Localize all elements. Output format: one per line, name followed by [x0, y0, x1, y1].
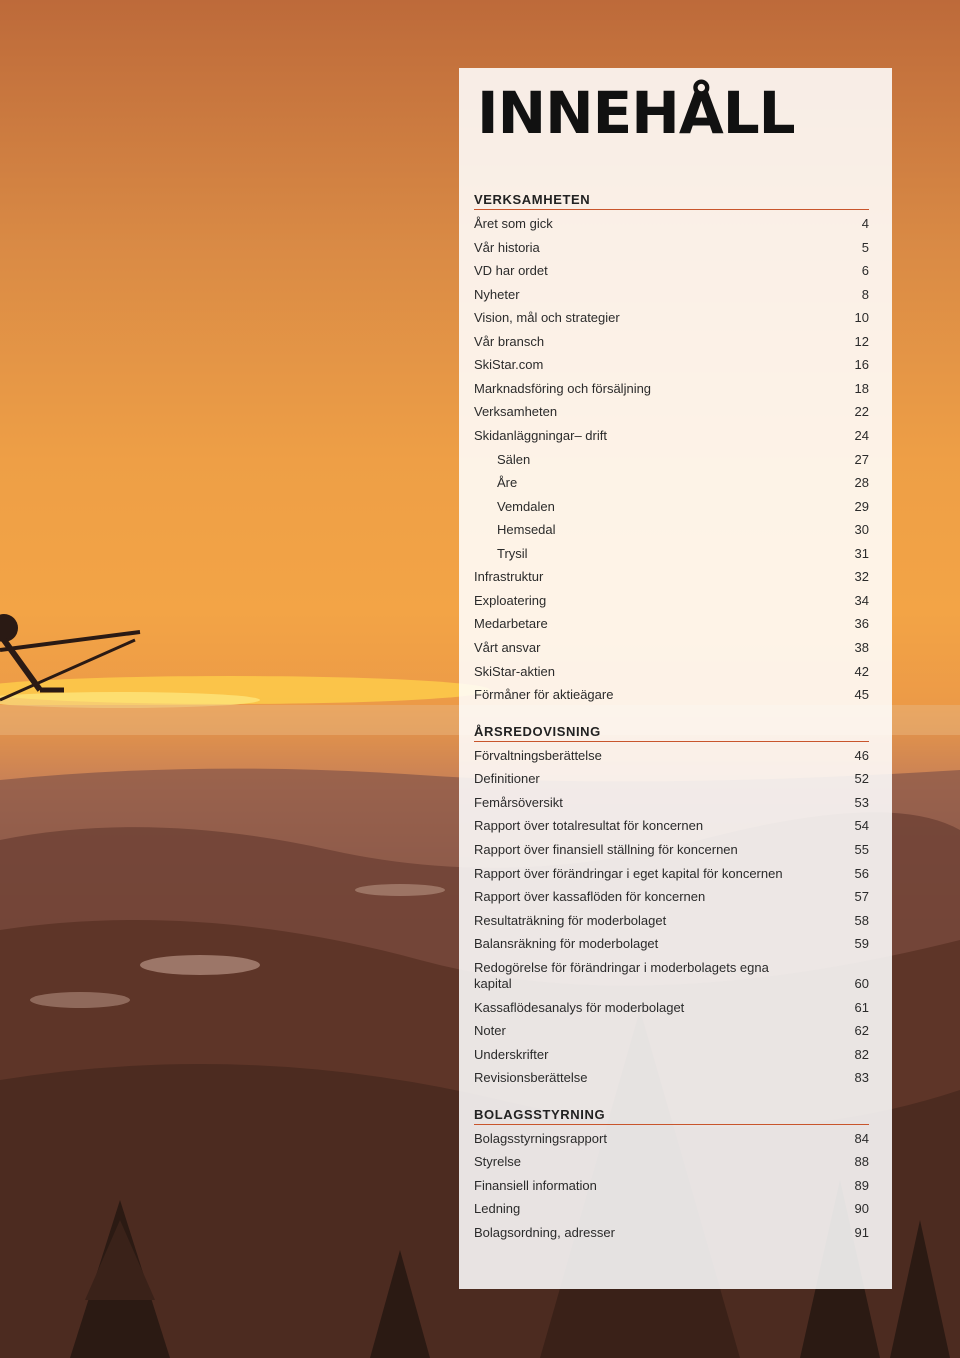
toc-entry-page: 53: [854, 795, 869, 810]
toc-entry-page: 22: [854, 404, 869, 419]
toc-entry-page: 60: [854, 976, 869, 991]
toc-entry-label: Rapport över totalresultat för koncernen: [474, 818, 704, 833]
toc-entry-label: Vision, mål och strategier: [474, 310, 620, 325]
toc-entry-page: 91: [854, 1225, 869, 1240]
toc-entry-label: Rapport över finansiell ställning för ko…: [474, 842, 738, 857]
toc-entry-page: 16: [854, 357, 869, 372]
toc-entry-label: Sälen: [497, 452, 531, 467]
toc-entry-label: Ledning: [474, 1201, 521, 1216]
toc-entry-page: 89: [854, 1178, 869, 1193]
toc-entry-page: 46: [854, 748, 869, 763]
toc-entry-label: Vår bransch: [474, 334, 545, 349]
toc-entry-label: Kassaflödesanalys för moderbolaget: [474, 1000, 685, 1015]
toc-entry-page: 54: [854, 818, 869, 833]
toc-entry-label: Revisionsberättelse: [474, 1070, 588, 1085]
toc-entry-page: 34: [854, 593, 869, 608]
toc-entry-page: 29: [854, 499, 869, 514]
toc-entry-label: Förmåner för aktieägare: [474, 687, 614, 702]
toc-entry-page: 55: [854, 842, 869, 857]
toc-entry-label: Femårsöversikt: [474, 795, 563, 810]
toc-entry-page: 58: [854, 913, 869, 928]
toc-entry-label: Noter: [474, 1023, 506, 1038]
toc-entry-label: Skidanläggningar– drift: [474, 428, 607, 443]
toc-entry-label: Nyheter: [474, 287, 520, 302]
toc-entry-page: 28: [854, 475, 869, 490]
toc-entry-label: Vår historia: [474, 240, 540, 255]
toc-entry-label: Medarbetare: [474, 616, 548, 631]
toc-entry-page: 36: [854, 616, 869, 631]
toc-entry-label: Redogörelse för förändringar i moderbola…: [474, 960, 769, 991]
toc-entry-page: 24: [854, 428, 869, 443]
toc-entry-page: 38: [854, 640, 869, 655]
toc-entry-page: 10: [854, 310, 869, 325]
section-heading-arsredovisning: ÅRSREDOVISNING: [474, 724, 869, 742]
toc-entry-page: 88: [854, 1154, 869, 1169]
toc-entry-label: Definitioner: [474, 771, 540, 786]
toc-entry-page: 52: [854, 771, 869, 786]
toc-entry-label: Bolagsordning, adresser: [474, 1225, 615, 1240]
toc-entry-page: 82: [854, 1047, 869, 1062]
toc-entry-page: 4: [861, 216, 869, 231]
toc-entry-page: 45: [854, 687, 869, 702]
section-heading-verksamheten: VERKSAMHETEN: [474, 192, 869, 210]
toc-entry-label: Året som gick: [474, 216, 553, 231]
toc-entry-page: 90: [854, 1201, 869, 1216]
toc-entry-label: Rapport över förändringar i eget kapital…: [474, 866, 783, 881]
toc-entry-label: Bolagsstyrningsrapport: [474, 1131, 607, 1146]
toc-entry-label: Styrelse: [474, 1154, 521, 1169]
toc-entry[interactable]: Redogörelse för förändringar i moderbola…: [474, 960, 869, 992]
toc-entry-label: Infrastruktur: [474, 569, 544, 584]
toc-entry-page: 57: [854, 889, 869, 904]
toc-entry-label: Finansiell information: [474, 1178, 597, 1193]
page-title: INNEHÅLL: [477, 79, 796, 147]
toc-entry-label: Trysil: [497, 546, 528, 561]
toc-entry-page: 27: [854, 452, 869, 467]
toc-entry-page: 62: [854, 1023, 869, 1038]
toc-entry-label: Resultaträkning för moderbolaget: [474, 913, 667, 928]
toc-entry-label: SkiStar-aktien: [474, 664, 555, 679]
toc-entry-page: 6: [861, 263, 869, 278]
toc-entry-page: 8: [861, 287, 869, 302]
toc-entry-page: 5: [861, 240, 869, 255]
toc-entry-label: Exploatering: [474, 593, 547, 608]
toc-entry-page: 59: [854, 936, 869, 951]
toc-entry-page: 56: [854, 866, 869, 881]
toc-entry-label: Marknadsföring och försäljning: [474, 381, 652, 396]
toc-entry-page: 83: [854, 1070, 869, 1085]
toc-entry-label: Balansräkning för moderbolaget: [474, 936, 659, 951]
toc-entry-label: Rapport över kassaflöden för koncernen: [474, 889, 706, 904]
toc-entry-label: Vemdalen: [497, 499, 555, 514]
toc-entry-label: Underskrifter: [474, 1047, 549, 1062]
toc-entry-page: 61: [854, 1000, 869, 1015]
toc-entry-page: 84: [854, 1131, 869, 1146]
toc-entry-label: Verksamheten: [474, 404, 558, 419]
toc-entry-page: 32: [854, 569, 869, 584]
toc-entry-label: VD har ordet: [474, 263, 548, 278]
toc-entry-page: 30: [854, 522, 869, 537]
section-heading-bolagsstyrning: BOLAGSSTYRNING: [474, 1107, 869, 1125]
toc-entry-label: Vårt ansvar: [474, 640, 541, 655]
toc-entry-label: Förvaltningsberättelse: [474, 748, 602, 763]
toc-entry-page: 18: [854, 381, 869, 396]
toc-entry-page: 42: [854, 664, 869, 679]
toc-entry-label: Åre: [497, 475, 518, 490]
toc-entry-label: Hemsedal: [497, 522, 556, 537]
toc-entry-label: SkiStar.com: [474, 357, 544, 372]
toc-entry-page: 31: [854, 546, 869, 561]
toc-entry-page: 12: [854, 334, 869, 349]
